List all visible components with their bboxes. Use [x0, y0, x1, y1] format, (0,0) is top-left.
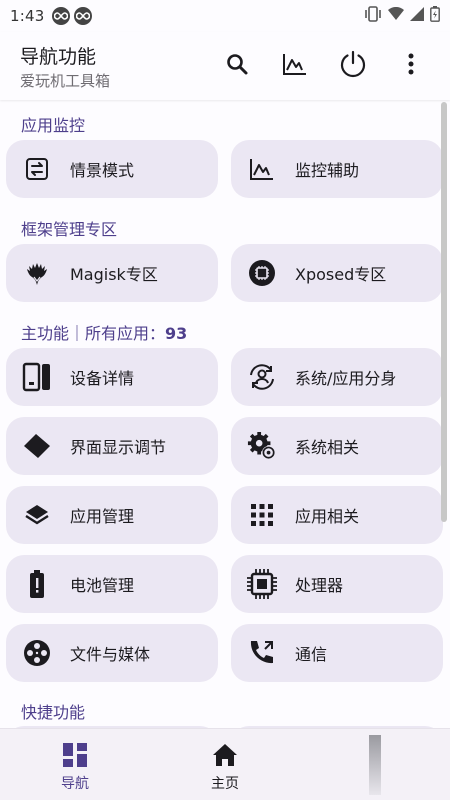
nav-tab-navigation[interactable]: 导航	[0, 729, 150, 800]
battery-icon	[430, 6, 440, 26]
device-icon	[22, 362, 52, 392]
infinity-notification-icon	[52, 7, 71, 25]
app-title: 导航功能	[20, 46, 97, 68]
app-count: 93	[165, 324, 188, 343]
tile-label: Magisk专区	[70, 265, 158, 284]
line-chart-icon	[247, 154, 277, 184]
tile-app-manage[interactable]: 应用管理	[6, 486, 218, 544]
xposed-icon	[247, 258, 277, 288]
tile-label: 系统/应用分身	[295, 369, 397, 388]
search-icon	[225, 52, 249, 80]
tile-label: 通信	[295, 645, 328, 664]
tile-label: 文件与媒体	[70, 645, 151, 664]
account-sync-icon	[247, 362, 277, 392]
app-bar: 导航功能 爱玩机工具箱	[0, 32, 450, 100]
tile-app-related[interactable]: 应用相关	[231, 486, 443, 544]
section-title-framework: 框架管理专区	[21, 220, 118, 239]
section-title-text: 主功能｜所有应用：	[21, 324, 166, 343]
battery-alert-icon	[22, 569, 52, 599]
power-button[interactable]	[324, 46, 382, 86]
status-bar: 1:43	[0, 0, 450, 32]
nav-item-placeholder-icon	[369, 735, 381, 795]
tile-label: 电池管理	[70, 576, 135, 595]
nav-label: 导航	[61, 776, 89, 792]
section-title-app-monitor: 应用监控	[21, 116, 86, 135]
nav-tab-home[interactable]: 主页	[150, 729, 300, 800]
nav-content[interactable]: 应用监控 情景模式 监控辅助 框架管理专区 Magisk专区 Xposed专区 …	[0, 100, 450, 728]
phone-forward-icon	[247, 638, 277, 668]
cpu-chip-icon	[247, 569, 277, 599]
bottom-nav: 导航 主页	[0, 728, 450, 800]
signal-icon	[410, 7, 424, 25]
swap-icon	[22, 154, 52, 184]
tile-scene-mode[interactable]: 情景模式	[6, 140, 218, 198]
more-vert-icon	[408, 53, 414, 79]
settings-gear-icon	[247, 431, 277, 461]
tile-display-adjust[interactable]: 界面显示调节	[6, 417, 218, 475]
tile-processor[interactable]: 处理器	[231, 555, 443, 613]
monitor-button[interactable]	[266, 46, 324, 86]
tile-label: 应用相关	[295, 507, 360, 526]
line-chart-icon	[282, 52, 308, 80]
tile-label: 监控辅助	[295, 161, 360, 180]
vibrate-icon	[364, 6, 382, 26]
tile-xposed[interactable]: Xposed专区	[231, 244, 443, 302]
tile-label: 情景模式	[70, 161, 135, 180]
home-icon	[213, 741, 237, 769]
more-menu-button[interactable]	[382, 46, 440, 86]
tile-magisk[interactable]: Magisk专区	[6, 244, 218, 302]
tile-file-media[interactable]: 文件与媒体	[6, 624, 218, 682]
section-title-shortcuts: 快捷功能	[21, 703, 86, 722]
magisk-icon	[22, 258, 52, 288]
tile-label: 界面显示调节	[70, 438, 167, 457]
tile-label: 设备详情	[70, 369, 135, 388]
tile-monitor-assist[interactable]: 监控辅助	[231, 140, 443, 198]
film-reel-icon	[22, 638, 52, 668]
app-subtitle: 爱玩机工具箱	[20, 72, 111, 90]
power-icon	[338, 49, 368, 83]
tile-label: 应用管理	[70, 507, 135, 526]
search-button[interactable]	[208, 46, 266, 86]
tile-device-info[interactable]: 设备详情	[6, 348, 218, 406]
apps-grid-icon	[247, 500, 277, 530]
tile-system-related[interactable]: 系统相关	[231, 417, 443, 475]
tile-communication[interactable]: 通信	[231, 624, 443, 682]
section-title-main-functions: 主功能｜所有应用：93	[21, 320, 187, 344]
dashboard-icon	[63, 741, 87, 769]
tile-battery-manage[interactable]: 电池管理	[6, 555, 218, 613]
eraser-icon	[22, 431, 52, 461]
infinity-notification-icon	[74, 7, 93, 25]
scrollbar[interactable]	[441, 102, 447, 522]
tile-label: Xposed专区	[295, 265, 387, 284]
wifi-icon	[388, 6, 404, 25]
tile-app-clone[interactable]: 系统/应用分身	[231, 348, 443, 406]
nav-tab-third[interactable]	[300, 729, 450, 800]
layers-icon	[22, 500, 52, 530]
tile-label: 系统相关	[295, 438, 360, 457]
tile-label: 处理器	[295, 576, 344, 595]
status-time: 1:43	[10, 7, 45, 25]
nav-label: 主页	[211, 776, 239, 792]
